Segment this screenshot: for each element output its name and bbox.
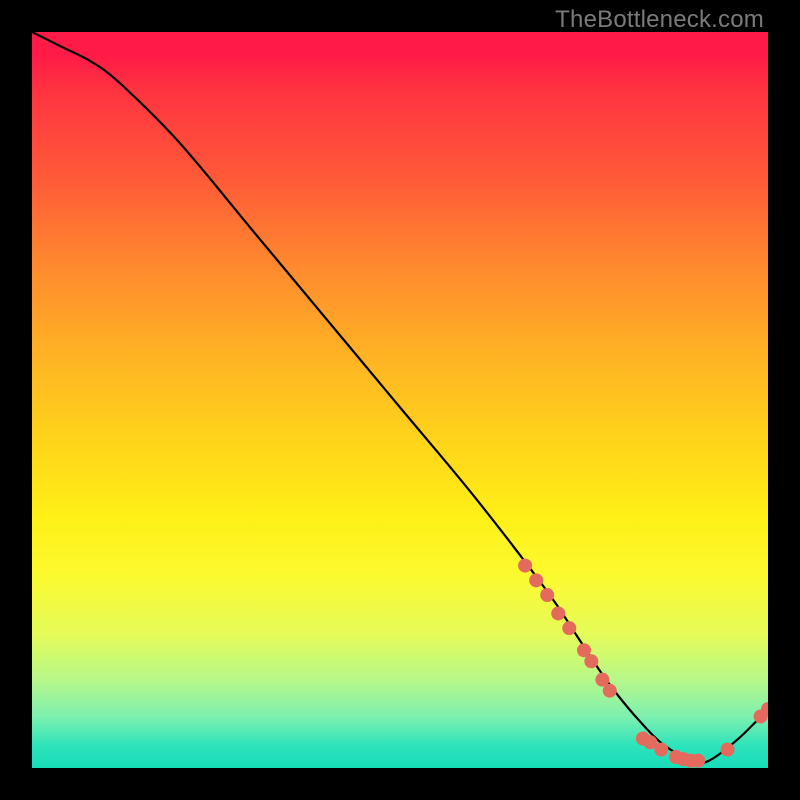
watermark-text: TheBottleneck.com [555,6,764,34]
data-point-marker [562,621,576,635]
marker-group [518,559,768,768]
data-point-marker [603,684,617,698]
data-point-marker [721,743,735,757]
data-point-marker [584,654,598,668]
data-point-marker [654,743,668,757]
plot-area [32,32,768,768]
chart-svg [32,32,768,768]
data-point-marker [529,573,543,587]
chart-frame: TheBottleneck.com [0,0,800,800]
data-point-marker [551,606,565,620]
data-point-marker [691,754,705,768]
data-point-marker [518,559,532,573]
data-point-marker [540,588,554,602]
bottleneck-curve [32,32,768,763]
